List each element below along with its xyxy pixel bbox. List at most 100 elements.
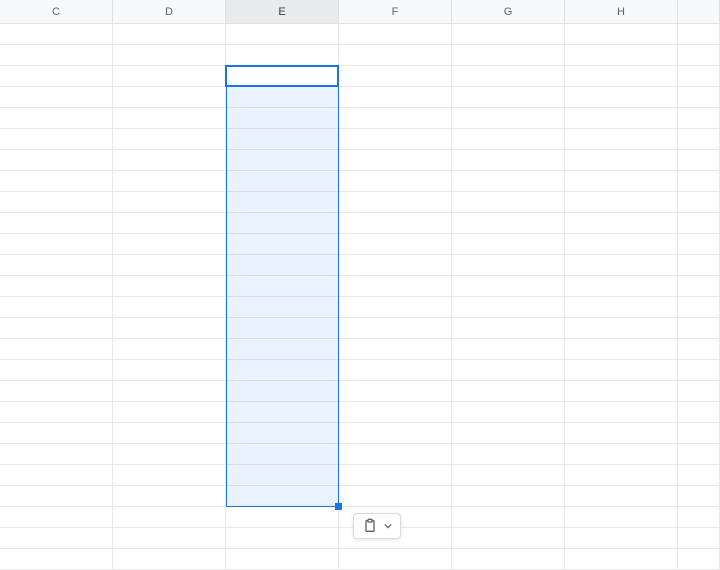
cell[interactable] [678, 276, 720, 297]
cell[interactable] [339, 297, 452, 318]
cell[interactable] [565, 87, 678, 108]
cell[interactable] [339, 150, 452, 171]
cell[interactable] [339, 423, 452, 444]
cell[interactable] [565, 402, 678, 423]
cell[interactable] [113, 87, 226, 108]
cell[interactable] [113, 360, 226, 381]
cell[interactable] [452, 66, 565, 87]
cell[interactable] [339, 339, 452, 360]
cell[interactable] [0, 255, 113, 276]
cell[interactable] [678, 192, 720, 213]
cell[interactable] [113, 66, 226, 87]
cell[interactable] [565, 66, 678, 87]
cell[interactable] [452, 528, 565, 549]
cell[interactable] [0, 24, 113, 45]
cell[interactable] [113, 528, 226, 549]
cell[interactable] [0, 507, 113, 528]
column-header[interactable] [678, 0, 720, 23]
cell[interactable] [339, 486, 452, 507]
cell[interactable] [565, 234, 678, 255]
cell[interactable] [226, 444, 339, 465]
cell[interactable] [0, 528, 113, 549]
cell[interactable] [339, 129, 452, 150]
cell[interactable] [452, 402, 565, 423]
cell[interactable] [226, 339, 339, 360]
cell[interactable] [226, 150, 339, 171]
spreadsheet[interactable]: CDEFGH [0, 0, 720, 570]
cell[interactable] [452, 192, 565, 213]
cell[interactable] [565, 339, 678, 360]
cell[interactable] [339, 402, 452, 423]
cell[interactable] [0, 381, 113, 402]
cell[interactable] [339, 234, 452, 255]
column-header[interactable]: H [565, 0, 678, 23]
cell[interactable] [452, 360, 565, 381]
cell[interactable] [226, 171, 339, 192]
cell[interactable] [678, 318, 720, 339]
cell[interactable] [452, 423, 565, 444]
cell[interactable] [452, 108, 565, 129]
cell[interactable] [452, 171, 565, 192]
cell[interactable] [0, 360, 113, 381]
cell[interactable] [113, 171, 226, 192]
cell[interactable] [339, 87, 452, 108]
cell[interactable] [678, 360, 720, 381]
cell[interactable] [565, 465, 678, 486]
cell[interactable] [226, 318, 339, 339]
cell[interactable] [678, 87, 720, 108]
cell[interactable] [226, 528, 339, 549]
cell[interactable] [678, 528, 720, 549]
cell[interactable] [226, 423, 339, 444]
fill-handle[interactable] [335, 503, 342, 510]
cell[interactable] [452, 276, 565, 297]
cell[interactable] [565, 549, 678, 570]
cell[interactable] [339, 171, 452, 192]
cell[interactable] [565, 108, 678, 129]
cell[interactable] [452, 444, 565, 465]
cell[interactable] [452, 486, 565, 507]
cell[interactable] [0, 423, 113, 444]
cell[interactable] [0, 192, 113, 213]
cell[interactable] [226, 402, 339, 423]
column-header[interactable]: D [113, 0, 226, 23]
cell[interactable] [0, 108, 113, 129]
cell[interactable] [226, 276, 339, 297]
cell[interactable] [113, 276, 226, 297]
cell[interactable] [452, 129, 565, 150]
cell[interactable] [0, 45, 113, 66]
cell[interactable] [452, 507, 565, 528]
cell[interactable] [113, 129, 226, 150]
cell[interactable] [0, 486, 113, 507]
cell[interactable] [226, 87, 339, 108]
cell[interactable] [113, 255, 226, 276]
cell[interactable] [226, 108, 339, 129]
cell[interactable] [226, 192, 339, 213]
cell[interactable] [678, 486, 720, 507]
cell[interactable] [0, 276, 113, 297]
cell[interactable] [226, 255, 339, 276]
cell[interactable] [565, 486, 678, 507]
cell[interactable] [226, 549, 339, 570]
cell[interactable] [678, 255, 720, 276]
cell[interactable] [565, 150, 678, 171]
cell[interactable] [565, 276, 678, 297]
cell[interactable] [113, 297, 226, 318]
cell[interactable] [678, 108, 720, 129]
cell[interactable] [565, 381, 678, 402]
cell[interactable] [339, 45, 452, 66]
cell[interactable] [678, 45, 720, 66]
cell-grid[interactable] [0, 24, 720, 570]
cell[interactable] [0, 402, 113, 423]
cell[interactable] [113, 507, 226, 528]
cell[interactable] [452, 318, 565, 339]
cell[interactable] [452, 255, 565, 276]
cell[interactable] [339, 444, 452, 465]
cell[interactable] [113, 192, 226, 213]
cell[interactable] [678, 381, 720, 402]
cell[interactable] [226, 234, 339, 255]
cell[interactable] [339, 276, 452, 297]
cell[interactable] [113, 444, 226, 465]
cell[interactable] [0, 297, 113, 318]
cell[interactable] [678, 150, 720, 171]
cell[interactable] [339, 360, 452, 381]
